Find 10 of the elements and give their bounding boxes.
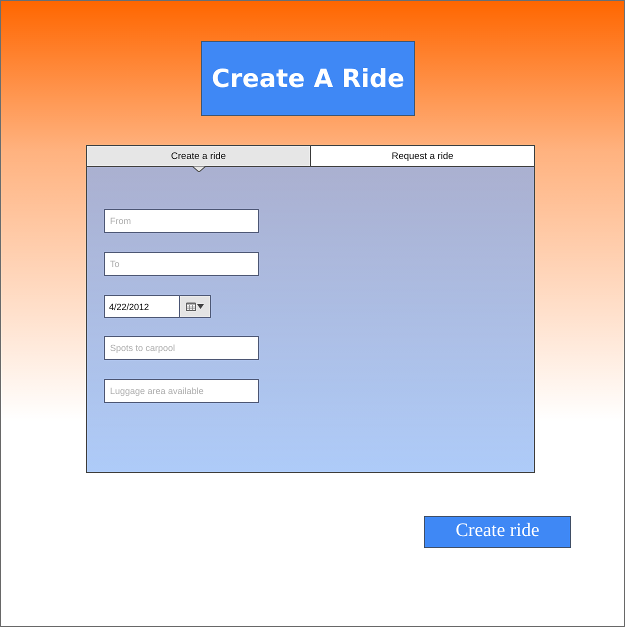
text-field[interactable]: From bbox=[104, 209, 259, 233]
text-field[interactable]: Spots to carpool bbox=[104, 336, 259, 360]
text-field[interactable]: Luggage area available bbox=[104, 379, 259, 403]
calendar-icon bbox=[186, 302, 196, 311]
date-field[interactable]: 4/22/2012 bbox=[104, 295, 180, 318]
tab[interactable]: Request a ride bbox=[310, 146, 534, 166]
caret-icon bbox=[197, 304, 204, 309]
text-field[interactable]: To bbox=[104, 252, 259, 276]
page-title: Create A Ride bbox=[201, 41, 415, 116]
calendar-button[interactable] bbox=[180, 295, 211, 318]
